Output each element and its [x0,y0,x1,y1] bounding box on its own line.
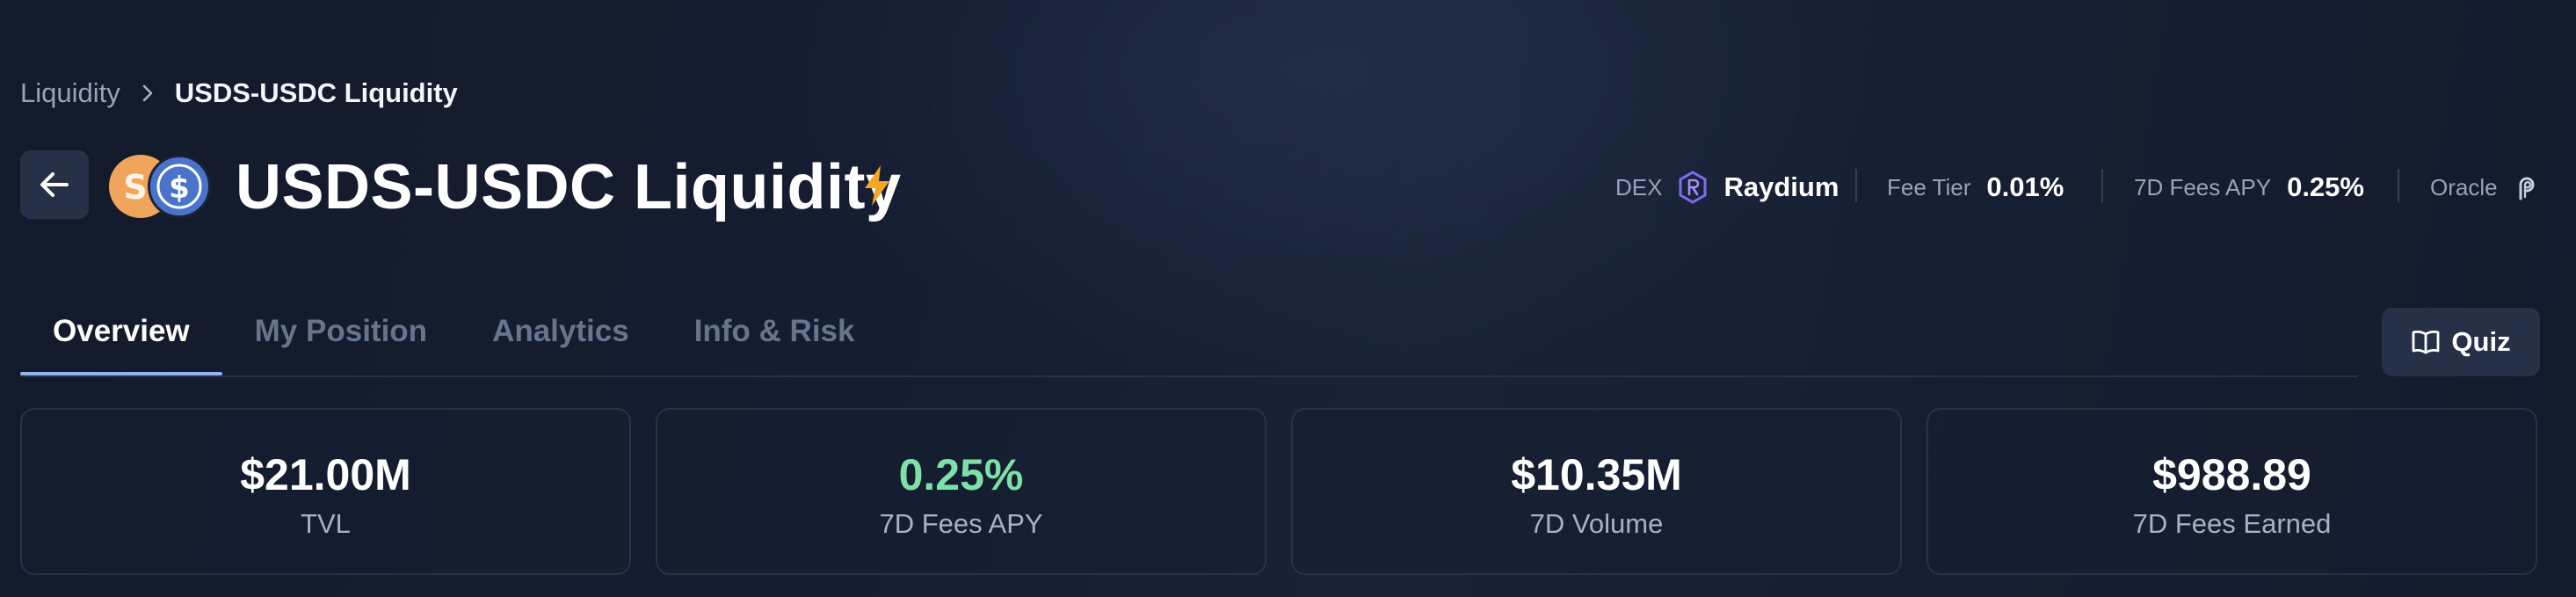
dex-value[interactable]: Raydium [1723,171,1839,203]
lightning-bolt-icon [861,164,893,207]
token-pair-icons: S $ [109,155,213,218]
fee-tier-label: Fee Tier [1887,173,1971,200]
tab-info-risk[interactable]: Info & Risk [662,299,888,378]
dex-label: DEX [1615,173,1663,200]
meta-fee-tier: Fee Tier 0.01% [1887,167,2064,207]
open-book-icon [2413,331,2440,354]
meta-divider [2398,169,2399,202]
pyth-oracle-icon [2519,177,2535,200]
stat-label: 7D Fees APY [879,508,1043,539]
svg-text:S: S [123,168,147,207]
arrow-left-icon [40,172,69,197]
quiz-button[interactable]: Quiz [2382,308,2540,376]
chevron-right-icon [138,84,157,103]
breadcrumb-current: USDS-USDC Liquidity [174,77,458,108]
back-button[interactable] [20,150,89,219]
meta-oracle[interactable]: Oracle [2430,167,2538,207]
svg-text:$: $ [169,171,190,206]
tab-overview[interactable]: Overview [20,299,222,378]
breadcrumb-liquidity-link[interactable]: Liquidity [20,77,120,109]
stat-value: $988.89 [2152,450,2311,499]
quiz-label: Quiz [2451,326,2511,357]
fees-apy-value: 0.25% [2287,171,2364,202]
page-title: USDS-USDC Liquidity [236,152,902,222]
stat-value: 0.25% [898,450,1024,499]
fees-apy-label: 7D Fees APY [2134,173,2272,200]
tab-bar-divider [20,375,2358,377]
meta-fees-apy: 7D Fees APY 0.25% [2134,167,2364,207]
breadcrumb: Liquidity USDS-USDC Liquidity [20,76,458,111]
stat-card-fees-earned: $988.89 7D Fees Earned [1927,408,2537,575]
stat-label: TVL [301,508,351,539]
stat-card-fees-apy: 0.25% 7D Fees APY [656,408,1266,575]
raydium-logo-icon [1679,171,1707,204]
tab-analytics[interactable]: Analytics [460,299,662,378]
stat-card-tvl: $21.00M TVL [20,408,631,575]
meta-dex: DEX Raydium [1615,167,1839,207]
meta-divider [1855,169,1857,202]
stat-label: 7D Volume [1529,508,1664,539]
tab-my-position[interactable]: My Position [222,299,460,378]
stat-label: 7D Fees Earned [2132,508,2332,539]
stat-value: $10.35M [1511,450,1682,499]
usdc-token-icon: $ [148,155,211,218]
oracle-label: Oracle [2430,173,2498,200]
fee-tier-value: 0.01% [1986,171,2064,202]
meta-divider [2101,169,2103,202]
tab-bar: Overview My Position Analytics Info & Ri… [20,299,887,378]
stat-value: $21.00M [240,450,411,499]
stat-card-volume: $10.35M 7D Volume [1291,408,1902,575]
